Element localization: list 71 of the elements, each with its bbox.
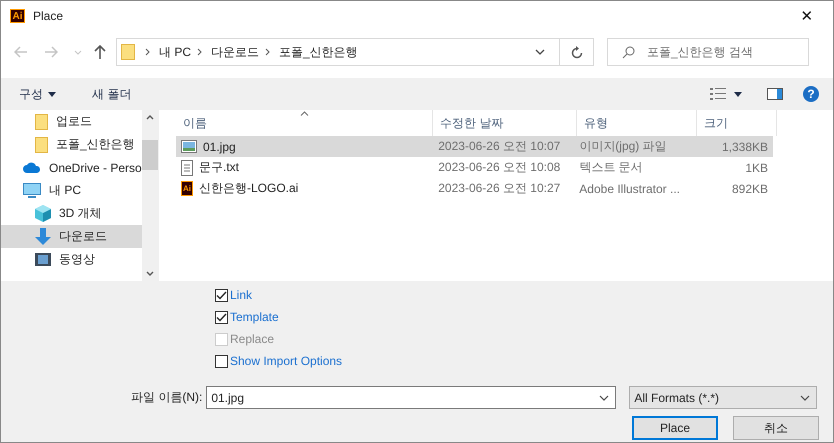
checkmark-icon bbox=[216, 312, 227, 322]
folder-icon bbox=[121, 44, 135, 60]
place-button[interactable]: Place bbox=[632, 416, 718, 440]
sidebar-item[interactable]: 다운로드 bbox=[1, 225, 142, 248]
table-cell-text: Adobe Illustrator ... bbox=[578, 182, 682, 196]
table-cell-text: 이미지(jpg) 파일 bbox=[578, 138, 668, 155]
table-cell-text: 1KB bbox=[744, 160, 770, 174]
scroll-up-icon[interactable] bbox=[146, 115, 154, 120]
dropdown-arrow-icon bbox=[48, 92, 56, 96]
illustrator-file-icon: Ai bbox=[181, 181, 193, 196]
breadcrumb-item[interactable]: 내 PC bbox=[159, 44, 192, 60]
search-icon bbox=[622, 46, 635, 58]
checkbox-option[interactable]: Show Import Options bbox=[215, 350, 819, 372]
table-cell-text: 텍스트 문서 bbox=[578, 159, 644, 176]
table-cell-text: 2023-06-26 오전 10:07 bbox=[437, 138, 562, 155]
file-name: 01.jpg bbox=[203, 140, 236, 154]
sidebar-item[interactable]: 업로드 bbox=[1, 110, 142, 133]
file-row[interactable]: 01.jpg 2023-06-26 오전 10:07 이미지(jpg) 파일 1,338KB bbox=[176, 136, 773, 157]
folder-icon bbox=[35, 114, 48, 130]
table-cell-text: 2023-06-26 오전 10:08 bbox=[437, 159, 562, 176]
monitor-icon bbox=[23, 183, 41, 198]
new-folder-button[interactable]: 새 폴더 bbox=[84, 82, 140, 106]
chevron-right-icon bbox=[265, 48, 270, 56]
table-cell-text: 1,338KB bbox=[720, 140, 770, 154]
organize-menu-button[interactable]: 구성 bbox=[11, 82, 64, 106]
close-button[interactable]: ✕ bbox=[787, 1, 827, 31]
table-cell-text: 892KB bbox=[730, 182, 770, 196]
cloud-icon bbox=[23, 162, 41, 173]
chevron-down-icon[interactable] bbox=[535, 49, 545, 55]
chevron-right-icon bbox=[197, 48, 202, 56]
file-name: 문구.txt bbox=[199, 159, 240, 176]
search-field[interactable]: 포폴_신한은행 검색 bbox=[607, 38, 809, 66]
text-file-icon bbox=[181, 160, 193, 176]
help-icon[interactable]: ? bbox=[803, 86, 819, 102]
sidebar-item[interactable]: 3D 개체 bbox=[1, 202, 142, 225]
file-row[interactable]: Ai 신한은행-LOGO.ai 2023-06-26 오전 10:27 Adobe Illustrator ... 892KB bbox=[176, 178, 773, 199]
folder-icon bbox=[35, 136, 48, 152]
file-row[interactable]: 문구.txt 2023-06-26 오전 10:08 텍스트 문서 1KB bbox=[176, 157, 773, 178]
address-bar[interactable]: 내 PC 다운로드 포폴_신한은행 bbox=[116, 38, 594, 66]
sidebar-item[interactable]: 포폴_신한은행 bbox=[1, 133, 142, 156]
image-file-icon bbox=[181, 140, 197, 153]
chevron-down-icon[interactable] bbox=[800, 394, 810, 400]
checkmark-icon bbox=[216, 290, 227, 300]
chevron-right-icon bbox=[145, 48, 150, 56]
view-options-icon[interactable] bbox=[710, 88, 726, 100]
preview-pane-icon[interactable] bbox=[767, 88, 783, 100]
checkbox-option[interactable]: Link bbox=[215, 284, 819, 306]
window-title: Place bbox=[33, 9, 64, 23]
file-name-label: 파일 이름(N): bbox=[131, 389, 202, 406]
download-arrow-icon bbox=[35, 228, 51, 245]
cancel-button[interactable]: 취소 bbox=[733, 416, 819, 440]
scroll-down-icon[interactable] bbox=[146, 271, 154, 276]
scroll-thumb[interactable] bbox=[142, 140, 158, 170]
up-arrow-icon[interactable] bbox=[94, 45, 106, 59]
checkbox-option[interactable]: Template bbox=[215, 306, 819, 328]
chevron-down-icon[interactable] bbox=[599, 394, 610, 400]
refresh-icon[interactable] bbox=[570, 46, 582, 58]
file-name: 신한은행-LOGO.ai bbox=[199, 180, 298, 197]
file-name-field[interactable]: 01.jpg bbox=[206, 386, 616, 409]
file-type-dropdown[interactable]: All Formats (*.*) bbox=[629, 386, 818, 409]
breadcrumb-item[interactable]: 다운로드 bbox=[211, 44, 260, 60]
dropdown-arrow-icon[interactable] bbox=[734, 92, 742, 96]
table-cell-text: 2023-06-26 오전 10:27 bbox=[437, 180, 562, 197]
sidebar-item[interactable]: 동영상 bbox=[1, 248, 142, 271]
illustrator-app-icon: Ai bbox=[10, 9, 25, 23]
breadcrumb-item[interactable]: 포폴_신한은행 bbox=[279, 44, 358, 60]
sidebar-item[interactable]: OneDrive - Perso bbox=[1, 156, 142, 179]
sort-caret-icon bbox=[300, 111, 309, 116]
cube-icon bbox=[35, 205, 51, 222]
sidebar-item[interactable]: 내 PC bbox=[1, 179, 142, 202]
film-icon bbox=[35, 253, 51, 266]
